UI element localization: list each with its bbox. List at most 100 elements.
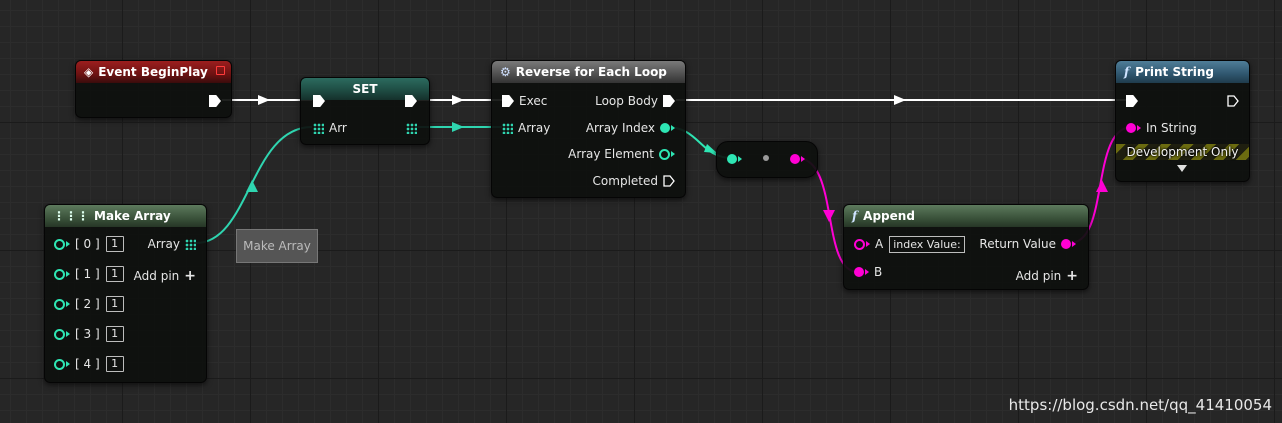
print-string-title: Print String [1135,65,1214,79]
append-a-pin[interactable]: A index Value: [854,235,965,253]
loop-exec-in-pin[interactable]: Exec [502,93,547,109]
print-in-string-pin[interactable]: In String [1126,120,1197,136]
loop-array-in-pin[interactable]: Array [502,120,550,136]
reverse-for-each-loop-node[interactable]: ⚙ Reverse for Each Loop Exec Loop Body A… [491,60,686,198]
loop-body-pin[interactable]: Loop Body [595,93,675,109]
integer-pin-outline-icon [54,358,65,370]
set-arr-label: Arr [329,121,347,135]
loop-array-element-label: Array Element [568,147,654,161]
make-array-item-0[interactable]: [ 0 ] 1 [54,236,124,252]
reverse-loop-header[interactable]: ⚙ Reverse for Each Loop [492,61,685,83]
pin-arrow-icon [1072,241,1076,247]
integer-pin-outline-icon [659,148,670,160]
append-a-input[interactable]: index Value: [889,235,965,253]
wire-arrow-7 [823,210,835,222]
append-header[interactable]: f Append [844,205,1088,227]
pin-arrow-icon [66,301,70,307]
exec-out-icon [663,95,675,107]
exec-out-outline-icon [663,175,675,187]
make-array-item-value[interactable]: 1 [105,326,124,342]
wire-arrow-4 [452,122,464,132]
make-array-item-label: [ 4 ] [75,357,100,371]
event-begin-play-header[interactable]: ◈ Event BeginPlay [76,61,231,83]
loop-array-index-pin[interactable]: Array Index [586,120,675,136]
loop-body-label: Loop Body [595,94,658,108]
wire-arrow-2 [452,95,464,105]
append-node[interactable]: f Append A index Value: B Return Value A… [843,204,1089,290]
print-exec-out-pin[interactable] [1227,93,1239,109]
make-array-item-2[interactable]: [ 2 ] 1 [54,296,124,312]
pin-arrow-icon [66,241,70,247]
expand-arrow-icon[interactable] [1177,165,1187,172]
make-array-out-label: Array [147,237,180,251]
make-array-item-value[interactable]: 1 [105,236,124,252]
array-pin-icon [406,122,417,134]
array-pin-icon [502,122,513,134]
loop-array-label: Array [518,121,551,135]
make-array-item-1[interactable]: [ 1 ] 1 [54,266,124,282]
conversion-out-pin[interactable] [790,151,805,167]
exec-in-icon [313,95,325,107]
string-pin-icon [1126,123,1136,133]
function-icon: f [852,209,858,223]
append-add-pin[interactable]: Add pin + [1016,268,1078,284]
make-array-item-4[interactable]: [ 4 ] 1 [54,356,124,372]
loop-completed-label: Completed [592,174,658,188]
print-string-header[interactable]: f Print String [1116,61,1249,83]
event-exec-out-pin[interactable] [209,93,221,109]
print-exec-in-pin[interactable] [1126,93,1138,109]
reverse-loop-title: Reverse for Each Loop [515,65,667,79]
make-array-out-pin[interactable]: Array [148,236,196,252]
exec-out-icon [209,95,221,107]
make-array-icon: ⋮⋮⋮ [53,209,89,223]
conversion-in-pin[interactable] [727,151,742,167]
event-begin-play-node[interactable]: ◈ Event BeginPlay [75,60,232,118]
function-icon: f [1124,65,1130,79]
make-array-item-label: [ 3 ] [75,327,100,341]
exec-out-outline-icon [1227,95,1239,107]
print-string-node[interactable]: f Print String In String Development Onl… [1115,60,1250,182]
event-begin-play-title: Event BeginPlay [98,65,208,79]
watermark: https://blog.csdn.net/qq_41410054 [1008,396,1272,414]
append-return-pin[interactable]: Return Value [979,236,1076,252]
make-array-add-pin[interactable]: Add pin + [134,268,196,284]
development-only-banner: Development Only [1116,144,1249,160]
pin-arrow-icon [801,156,805,162]
conversion-dot-icon [763,155,769,161]
make-array-item-label: [ 2 ] [75,297,100,311]
exec-out-icon [405,95,417,107]
set-exec-in-pin[interactable] [313,93,325,109]
make-array-header[interactable]: ⋮⋮⋮ Make Array [45,205,206,227]
event-stop-icon [216,66,225,75]
append-title: Append [863,209,915,223]
set-arr-in-pin[interactable]: Arr [313,120,347,136]
int-to-string-conversion-node[interactable] [716,141,818,178]
exec-in-icon [1126,95,1138,107]
wire-arrow-1 [258,95,270,105]
pin-arrow-icon [66,361,70,367]
make-array-item-value[interactable]: 1 [105,356,124,372]
make-array-item-value[interactable]: 1 [105,296,124,312]
pin-arrow-icon [865,269,869,275]
pin-arrow-icon [671,125,675,131]
make-array-item-value[interactable]: 1 [105,266,124,282]
set-arr-out-pin[interactable] [406,120,417,136]
integer-pin-icon [660,123,670,133]
string-pin-outline-icon [854,238,865,250]
pin-arrow-icon [738,156,742,162]
loop-exec-label: Exec [519,94,548,108]
loop-array-element-pin[interactable]: Array Element [568,146,675,162]
make-array-node[interactable]: ⋮⋮⋮ Make Array Array Add pin + [ 0 ] 1 [… [44,204,207,383]
integer-pin-icon [727,154,737,164]
make-array-item-3[interactable]: [ 3 ] 1 [54,326,124,342]
string-pin-icon [790,154,800,164]
loop-completed-pin[interactable]: Completed [593,173,675,189]
set-node[interactable]: SET Arr [300,77,430,145]
make-array-title: Make Array [94,209,171,223]
append-b-pin[interactable]: B [854,264,882,280]
make-array-item-label: [ 0 ] [75,237,100,251]
pin-arrow-icon [1137,125,1141,131]
set-exec-out-pin[interactable] [405,93,417,109]
make-array-item-label: [ 1 ] [75,267,100,281]
array-pin-icon [185,238,196,250]
